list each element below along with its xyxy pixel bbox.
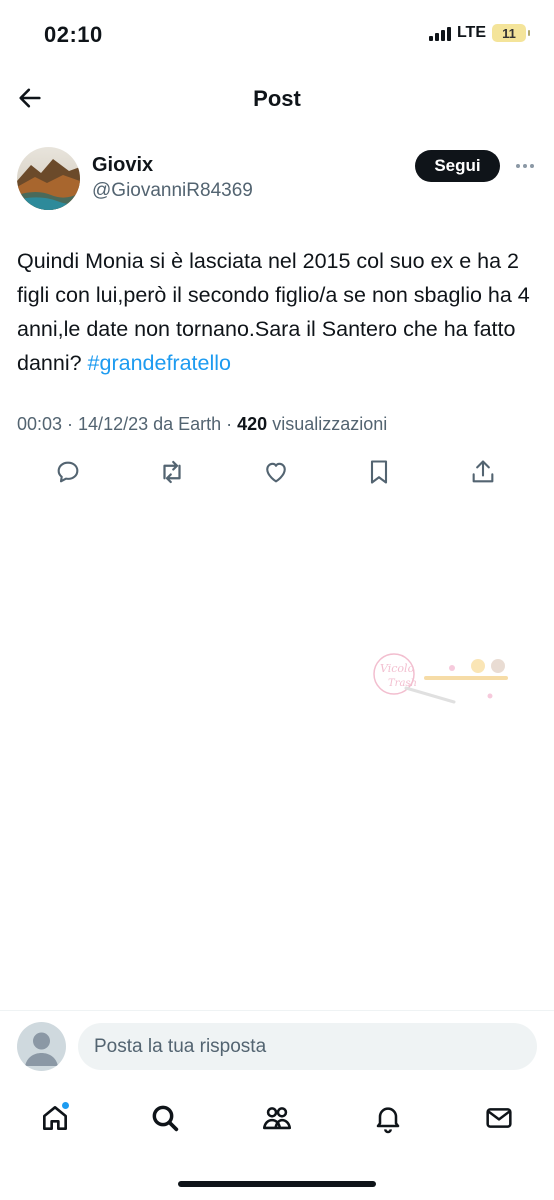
nav-home[interactable]: [33, 1096, 77, 1140]
bookmark-icon: [370, 460, 388, 484]
like-button[interactable]: [256, 452, 296, 492]
nav-notifications[interactable]: [366, 1096, 410, 1140]
author-avatar[interactable]: [17, 147, 80, 210]
more-horizontal-icon: [516, 164, 520, 168]
hashtag-link[interactable]: #grandefratello: [88, 351, 231, 375]
heart-icon: [266, 462, 286, 483]
watermark-logo: Vicolo Trash: [366, 650, 512, 706]
views-count[interactable]: 420: [237, 414, 267, 434]
bell-icon: [376, 1107, 400, 1134]
tweet-text: Quindi Monia si è lasciata nel 2015 col …: [17, 244, 537, 380]
bottom-nav: [0, 1090, 554, 1146]
nav-communities[interactable]: [255, 1096, 299, 1140]
nav-search[interactable]: [143, 1096, 187, 1140]
communities-icon: [262, 1107, 292, 1130]
notification-dot: [61, 1101, 70, 1110]
battery-icon: 11: [492, 24, 530, 42]
network-label: LTE: [456, 24, 486, 41]
share-icon: [472, 460, 494, 483]
tweet-actions: [0, 452, 554, 496]
author-name[interactable]: Giovix: [92, 154, 153, 177]
avatar-image: [17, 147, 80, 210]
reply-button[interactable]: [48, 452, 88, 492]
share-button[interactable]: [463, 452, 503, 492]
current-user-avatar[interactable]: [17, 1022, 66, 1071]
search-icon: [152, 1105, 179, 1132]
battery-level: 11: [502, 25, 516, 41]
author-handle[interactable]: @GiovanniR84369: [92, 180, 253, 202]
more-options-button[interactable]: [511, 156, 539, 176]
reply-input[interactable]: [78, 1023, 537, 1070]
views-label: visualizzazioni: [267, 414, 388, 434]
signal-icon: [428, 25, 451, 41]
svg-text:Vicolo: Vicolo: [380, 662, 415, 675]
default-avatar-icon: [25, 1032, 58, 1066]
tweet-meta: 00:03 · 14/12/23 da Earth · 420 visualiz…: [17, 414, 387, 435]
bookmark-button[interactable]: [359, 452, 399, 492]
nav-messages[interactable]: [477, 1096, 521, 1140]
header: Post: [0, 72, 554, 128]
follow-button[interactable]: Segui: [415, 150, 500, 182]
status-indicators: LTE 11: [428, 24, 530, 42]
reply-divider: [0, 1010, 554, 1011]
mail-icon: [486, 1108, 512, 1128]
svg-text:Trash: Trash: [388, 678, 417, 689]
status-time: 02:10: [44, 22, 103, 47]
reply-icon: [57, 461, 79, 483]
status-bar: 02:10 LTE 11: [0, 0, 554, 70]
repost-button[interactable]: [152, 452, 192, 492]
repost-icon: [163, 460, 181, 484]
home-indicator: [178, 1181, 376, 1187]
tweet-timestamp: 00:03 · 14/12/23 da Earth ·: [17, 414, 238, 434]
page-title: Post: [253, 86, 301, 111]
